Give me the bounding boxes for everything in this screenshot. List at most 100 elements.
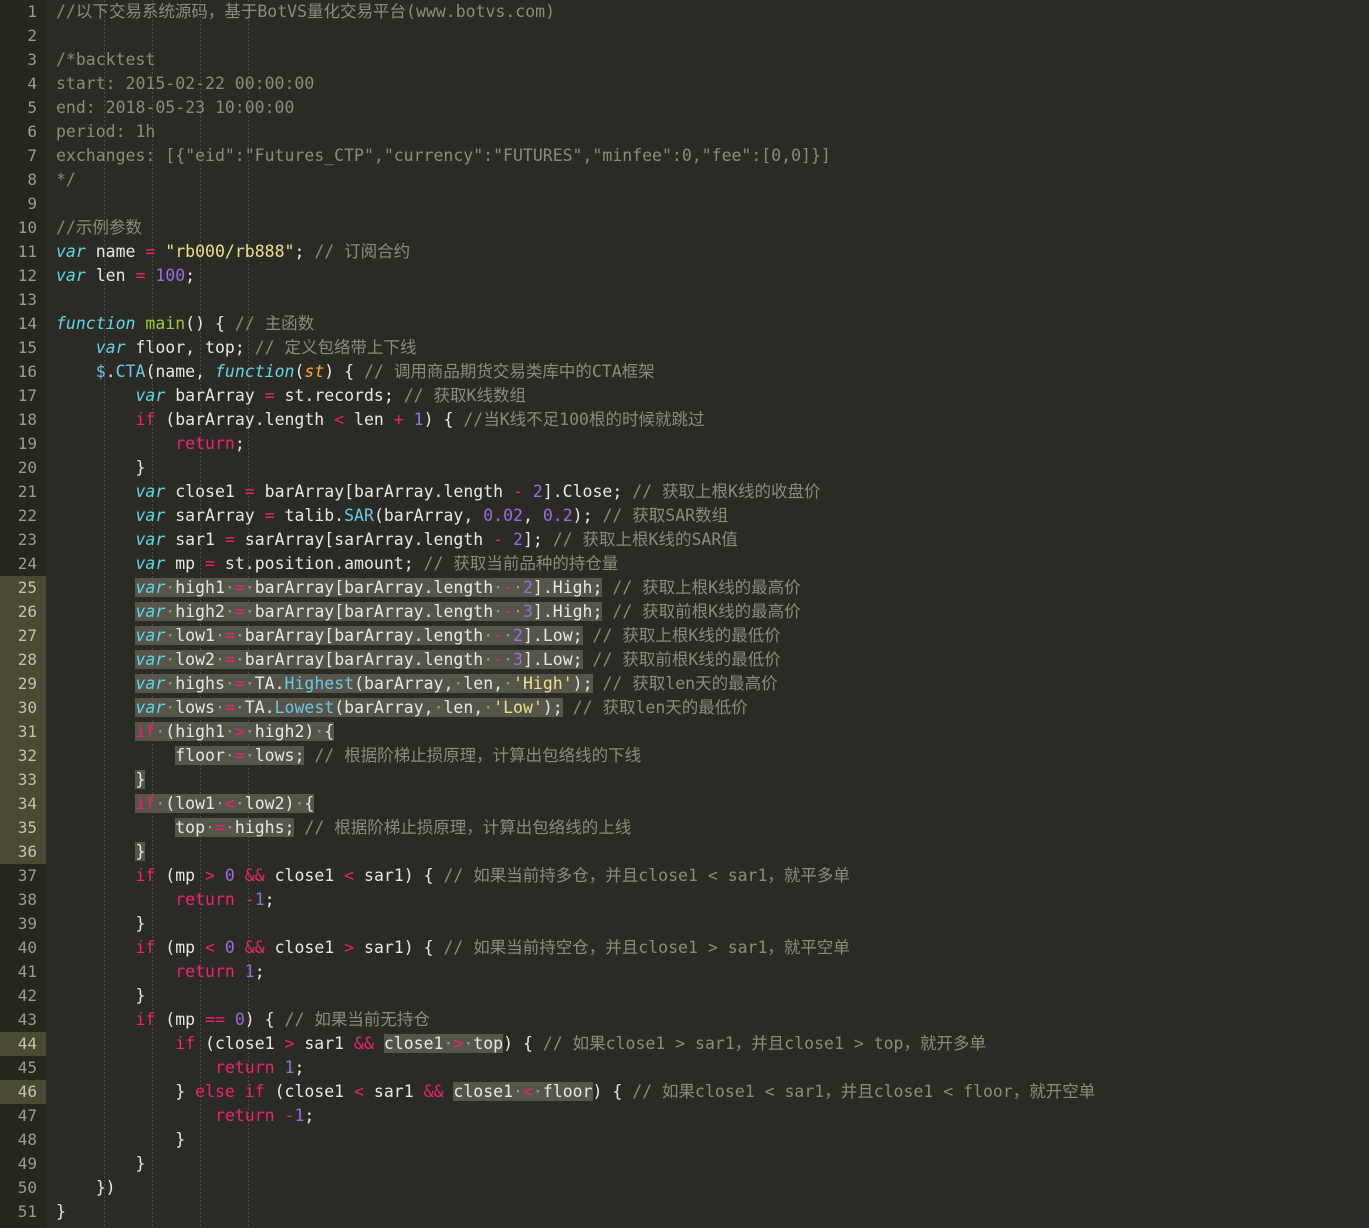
selection-range[interactable]: var·low1·=·barArray[barArray.length·-·2]… [135, 626, 583, 645]
code-line[interactable]: if·(high1·>·high2)·{ [56, 720, 1369, 744]
line-number[interactable]: 9 [0, 192, 46, 216]
line-number[interactable]: 11 [0, 240, 46, 264]
line-number[interactable]: 33 [0, 768, 46, 792]
code-line[interactable]: var barArray = st.records; // 获取K线数组 [56, 384, 1369, 408]
line-number[interactable]: 41 [0, 960, 46, 984]
code-line[interactable]: } [56, 1200, 1369, 1224]
code-line[interactable]: } [56, 840, 1369, 864]
line-number[interactable]: 17 [0, 384, 46, 408]
code-line[interactable]: return 1; [56, 960, 1369, 984]
code-line[interactable]: return -1; [56, 888, 1369, 912]
selection-range[interactable]: floor·=·lows; [175, 746, 305, 765]
code-line[interactable]: var·low2·=·barArray[barArray.length·-·3]… [56, 648, 1369, 672]
line-number[interactable]: 43 [0, 1008, 46, 1032]
line-number[interactable]: 18 [0, 408, 46, 432]
selection-range[interactable]: top·=·highs; [175, 818, 295, 837]
selection-range[interactable]: if·(high1·>·high2)·{ [135, 722, 335, 741]
line-number[interactable]: 21 [0, 480, 46, 504]
line-number[interactable]: 28 [0, 648, 46, 672]
line-number[interactable]: 48 [0, 1128, 46, 1152]
line-number[interactable]: 47 [0, 1104, 46, 1128]
line-number[interactable]: 24 [0, 552, 46, 576]
code-line[interactable]: if (barArray.length < len + 1) { //当K线不足… [56, 408, 1369, 432]
line-number[interactable]: 44 [0, 1032, 46, 1056]
line-number[interactable]: 45 [0, 1056, 46, 1080]
code-line[interactable]: var name = "rb000/rb888"; // 订阅合约 [56, 240, 1369, 264]
selection-range[interactable]: var·high1·=·barArray[barArray.length·-·2… [135, 578, 603, 597]
line-number[interactable]: 15 [0, 336, 46, 360]
line-number[interactable]: 50 [0, 1176, 46, 1200]
selection-range[interactable]: if·(low1·<·low2)·{ [135, 794, 315, 813]
line-number[interactable]: 12 [0, 264, 46, 288]
code-line[interactable]: } [56, 1128, 1369, 1152]
code-line[interactable]: } else if (close1 < sar1 && close1·<·flo… [56, 1080, 1369, 1104]
code-line[interactable]: } [56, 456, 1369, 480]
selection-range[interactable]: } [135, 842, 146, 861]
line-number[interactable]: 14 [0, 312, 46, 336]
code-line[interactable]: top·=·highs; // 根据阶梯止损原理，计算出包络线的上线 [56, 816, 1369, 840]
line-number[interactable]: 6 [0, 120, 46, 144]
code-line[interactable]: } [56, 984, 1369, 1008]
code-line[interactable]: return -1; [56, 1104, 1369, 1128]
line-number[interactable]: 29 [0, 672, 46, 696]
code-line[interactable]: start: 2015-02-22 00:00:00 [56, 72, 1369, 96]
line-number[interactable]: 36 [0, 840, 46, 864]
line-number[interactable]: 42 [0, 984, 46, 1008]
line-number[interactable]: 31 [0, 720, 46, 744]
code-line[interactable]: floor·=·lows; // 根据阶梯止损原理，计算出包络线的下线 [56, 744, 1369, 768]
code-line[interactable]: var sarArray = talib.SAR(barArray, 0.02,… [56, 504, 1369, 528]
line-number[interactable]: 34 [0, 792, 46, 816]
line-number[interactable]: 38 [0, 888, 46, 912]
code-line[interactable]: */ [56, 168, 1369, 192]
code-line[interactable]: if (mp < 0 && close1 > sar1) { // 如果当前持空… [56, 936, 1369, 960]
line-number[interactable]: 26 [0, 600, 46, 624]
code-line[interactable]: exchanges: [{"eid":"Futures_CTP","curren… [56, 144, 1369, 168]
code-line[interactable]: //示例参数 [56, 216, 1369, 240]
code-lines[interactable]: //以下交易系统源码，基于BotVS量化交易平台(www.botvs.com) … [46, 0, 1369, 1224]
line-number[interactable]: 22 [0, 504, 46, 528]
line-number-gutter[interactable]: 1 2 3 4 5 6 7 8 9 10 11 12 13 14 15 16 1… [0, 0, 46, 1228]
selection-range[interactable]: close1·<·floor [453, 1082, 593, 1101]
code-line[interactable]: if (close1 > sar1 && close1·>·top) { // … [56, 1032, 1369, 1056]
line-number[interactable]: 35 [0, 816, 46, 840]
line-number[interactable]: 5 [0, 96, 46, 120]
line-number[interactable]: 8 [0, 168, 46, 192]
code-line[interactable]: function main() { // 主函数 [56, 312, 1369, 336]
code-line[interactable] [56, 192, 1369, 216]
code-line[interactable]: /*backtest [56, 48, 1369, 72]
line-number[interactable]: 2 [0, 24, 46, 48]
code-line[interactable]: end: 2018-05-23 10:00:00 [56, 96, 1369, 120]
line-number[interactable]: 49 [0, 1152, 46, 1176]
line-number[interactable]: 3 [0, 48, 46, 72]
code-line[interactable]: period: 1h [56, 120, 1369, 144]
line-number[interactable]: 46 [0, 1080, 46, 1104]
code-line[interactable]: if (mp > 0 && close1 < sar1) { // 如果当前持多… [56, 864, 1369, 888]
code-line[interactable]: var·low1·=·barArray[barArray.length·-·2]… [56, 624, 1369, 648]
line-number[interactable]: 27 [0, 624, 46, 648]
code-line[interactable]: var·lows·=·TA.Lowest(barArray,·len,·'Low… [56, 696, 1369, 720]
code-line[interactable] [56, 24, 1369, 48]
line-number[interactable]: 20 [0, 456, 46, 480]
line-number[interactable]: 32 [0, 744, 46, 768]
code-line[interactable]: var close1 = barArray[barArray.length - … [56, 480, 1369, 504]
line-number[interactable]: 51 [0, 1200, 46, 1224]
code-line[interactable]: }) [56, 1176, 1369, 1200]
line-number[interactable]: 1 [0, 0, 46, 24]
line-number[interactable]: 4 [0, 72, 46, 96]
code-editor[interactable]: 1 2 3 4 5 6 7 8 9 10 11 12 13 14 15 16 1… [0, 0, 1369, 1228]
line-number[interactable]: 25 [0, 576, 46, 600]
code-line[interactable]: } [56, 768, 1369, 792]
code-line[interactable]: return; [56, 432, 1369, 456]
code-line[interactable]: var·high2·=·barArray[barArray.length·-·3… [56, 600, 1369, 624]
line-number[interactable]: 30 [0, 696, 46, 720]
code-line[interactable]: } [56, 912, 1369, 936]
code-line[interactable] [56, 288, 1369, 312]
code-line[interactable]: } [56, 1152, 1369, 1176]
line-number[interactable]: 16 [0, 360, 46, 384]
selection-range[interactable]: } [135, 770, 146, 789]
code-line[interactable]: if (mp == 0) { // 如果当前无持仓 [56, 1008, 1369, 1032]
selection-range[interactable]: var·low2·=·barArray[barArray.length·-·3]… [135, 650, 583, 669]
line-number[interactable]: 10 [0, 216, 46, 240]
line-number[interactable]: 23 [0, 528, 46, 552]
line-number[interactable]: 37 [0, 864, 46, 888]
